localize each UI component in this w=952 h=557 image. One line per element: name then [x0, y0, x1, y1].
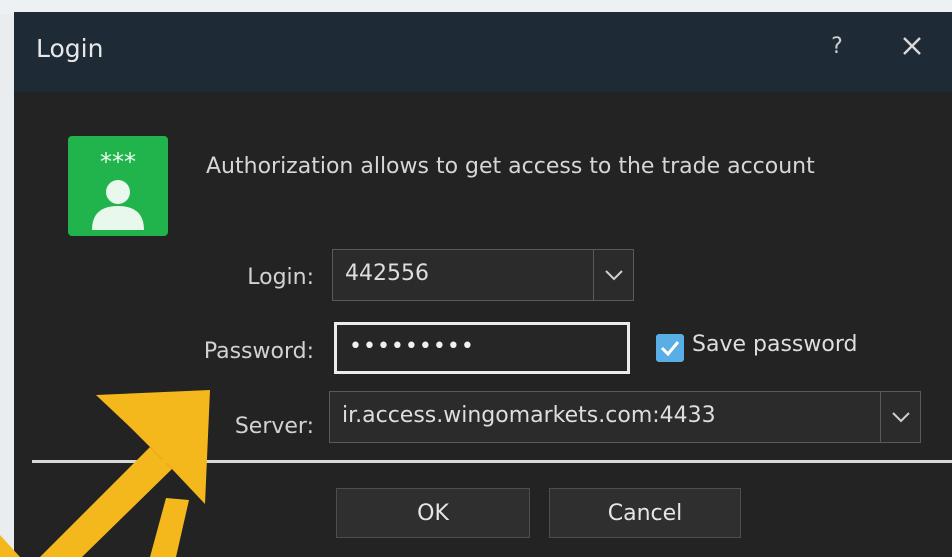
check-icon [660, 341, 680, 357]
login-dropdown-button[interactable] [593, 250, 633, 300]
server-label: Server: [234, 414, 314, 439]
login-dialog: Login ? *** Authorization allows to get … [14, 12, 952, 557]
ok-button[interactable]: OK [336, 488, 530, 538]
server-value[interactable]: ir.access.wingomarkets.com:4433 [342, 403, 716, 428]
server-dropdown-button[interactable] [880, 392, 920, 442]
login-combobox[interactable]: 442556 [332, 249, 634, 301]
title-bar: Login ? [14, 12, 952, 92]
dialog-title: Login [36, 34, 104, 63]
login-label: Login: [247, 265, 314, 290]
divider [32, 460, 952, 463]
password-label: Password: [203, 339, 314, 364]
authorization-description: Authorization allows to get access to th… [206, 154, 815, 179]
server-combobox[interactable]: ir.access.wingomarkets.com:4433 [329, 391, 921, 443]
save-password-label[interactable]: Save password [692, 332, 857, 357]
user-password-icon: *** [68, 136, 168, 236]
close-icon [903, 37, 921, 55]
save-password-checkbox[interactable] [656, 334, 684, 362]
chevron-down-icon [891, 412, 910, 423]
chevron-down-icon [604, 270, 623, 281]
cancel-button[interactable]: Cancel [549, 488, 741, 538]
close-button[interactable] [894, 28, 930, 64]
svg-text:***: *** [100, 148, 136, 176]
password-value[interactable]: ••••••••• [349, 334, 475, 359]
help-button[interactable]: ? [824, 34, 850, 59]
password-field[interactable]: ••••••••• [334, 322, 630, 374]
login-value[interactable]: 442556 [345, 261, 429, 286]
